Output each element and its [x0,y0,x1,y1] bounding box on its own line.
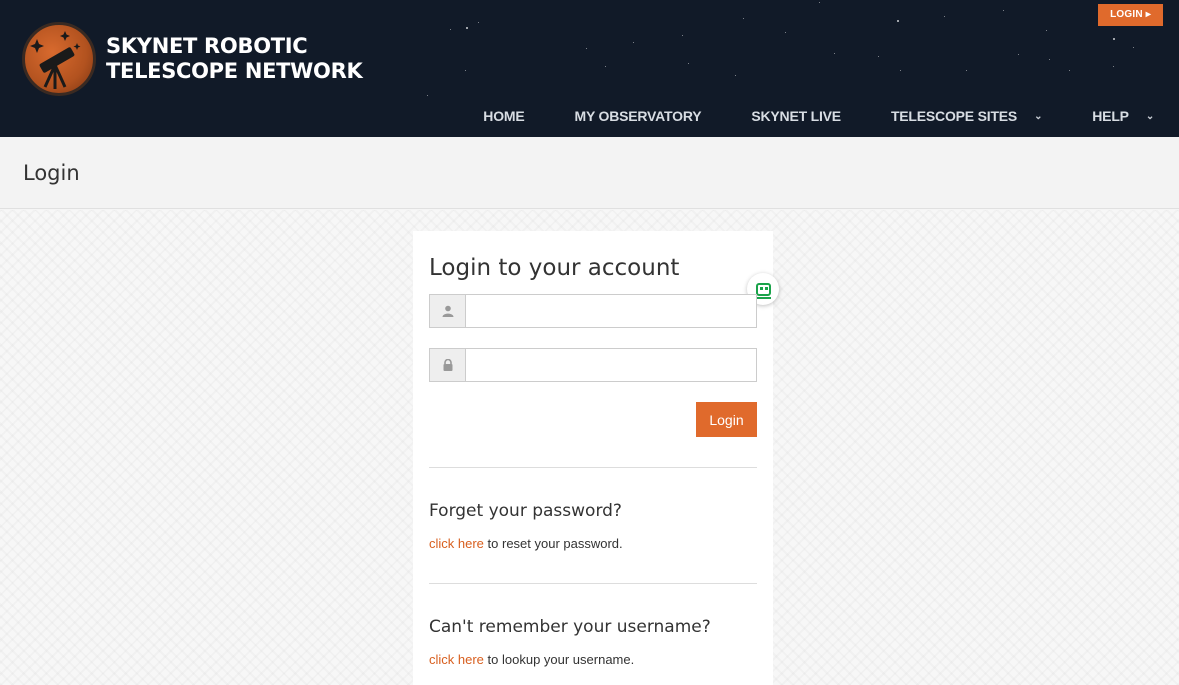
star [586,48,587,49]
nav-label: MY OBSERVATORY [574,108,702,124]
chevron-down-icon: ⌄ [1034,110,1043,122]
star [743,18,744,19]
star [427,95,428,96]
login-heading: Login to your account [429,255,680,281]
login-card: Login to your account Login Forget your … [413,231,779,685]
nav-item-skynet-live[interactable]: SKYNET LIVE [751,108,841,124]
lock-icon [430,349,466,381]
star [450,29,451,30]
star [466,27,468,29]
nav-label: TELESCOPE SITES [890,108,1018,124]
forgot-username-help: click here to lookup your username. [429,652,634,667]
username-field [429,294,757,328]
star [1133,47,1134,48]
forgot-password-help: click here to reset your password. [429,536,623,551]
login-submit-button[interactable]: Login [696,402,757,437]
star [897,20,899,22]
star [878,56,879,57]
divider [429,467,757,468]
star [605,66,606,67]
star [688,63,689,64]
site-logo[interactable]: SKYNET ROBOTIC TELESCOPE NETWORK [22,22,363,96]
nav-item-my-observatory[interactable]: MY OBSERVATORY [574,108,701,124]
logo-line-1: SKYNET ROBOTIC [106,34,308,58]
robot-icon [755,282,771,299]
star [478,22,479,23]
lookup-username-link[interactable]: click here [429,652,484,667]
star [819,2,820,3]
star [735,75,736,76]
star [966,70,967,71]
telescope-logo-icon [22,22,96,96]
star [465,70,466,71]
star [785,32,786,33]
lookup-username-text: to lookup your username. [483,652,635,667]
star [1046,30,1047,31]
logo-line-2: TELESCOPE NETWORK [106,59,363,83]
star [944,16,945,17]
reset-password-link[interactable]: click here [429,536,484,551]
star [1113,38,1115,40]
forgot-username-heading: Can't remember your username? [429,617,711,637]
logo-text: SKYNET ROBOTIC TELESCOPE NETWORK [106,34,363,84]
site-header: SKYNET ROBOTIC TELESCOPE NETWORK LOGIN ▸… [0,0,1179,137]
forgot-password-heading: Forget your password? [429,501,622,521]
star [834,53,835,54]
chevron-down-icon: ⌄ [1145,110,1154,122]
main-nav: HOME MY OBSERVATORY SKYNET LIVE TELESCOP… [458,108,1179,124]
nav-item-home[interactable]: HOME [483,108,524,124]
nav-item-help[interactable]: HELP ⌄ [1092,108,1154,124]
star [682,35,683,36]
header-login-button[interactable]: LOGIN ▸ [1098,4,1163,26]
star [1069,70,1070,71]
star [1018,54,1019,55]
password-input[interactable] [466,349,756,381]
nav-label: HOME [483,108,525,124]
star [900,70,901,71]
divider [429,583,757,584]
nav-label: HELP [1092,108,1129,124]
reset-password-text: to reset your password. [483,536,623,551]
page-title: Login [23,161,80,185]
password-field [429,348,757,382]
nav-label: SKYNET LIVE [751,108,841,124]
star [633,42,634,43]
username-input[interactable] [466,295,756,327]
star [1003,10,1004,11]
nav-item-telescope-sites[interactable]: TELESCOPE SITES ⌄ [890,108,1043,124]
page-title-bar: Login [0,137,1179,209]
user-icon [430,295,466,327]
star [1113,66,1114,67]
star [1049,59,1050,60]
